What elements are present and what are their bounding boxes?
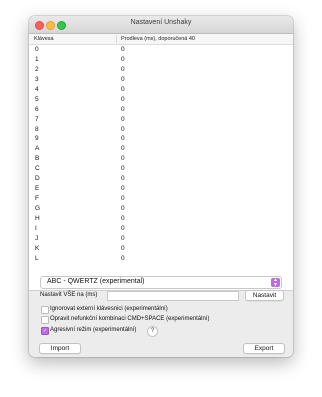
- table-row[interactable]: L0: [29, 254, 293, 264]
- column-divider[interactable]: [116, 35, 117, 43]
- delay-cell[interactable]: 0: [121, 205, 125, 212]
- set-all-button[interactable]: Nastavit: [245, 290, 284, 301]
- delay-cell[interactable]: 0: [121, 235, 125, 242]
- key-cell: F: [35, 195, 39, 203]
- ignore-external-keyboard-label: Ignorovat externí klávesnici (experiment…: [50, 306, 168, 312]
- delay-cell[interactable]: 0: [121, 175, 125, 182]
- ignore-external-keyboard-checkbox[interactable]: [41, 306, 49, 314]
- table-row[interactable]: K0: [29, 244, 293, 254]
- key-cell: 6: [35, 105, 39, 113]
- key-cell: I: [35, 224, 37, 232]
- delay-cell[interactable]: 0: [121, 76, 125, 83]
- select-arrows-icon: ▲ ▼: [271, 278, 280, 287]
- key-cell: A: [35, 145, 40, 153]
- key-cell: 7: [35, 115, 39, 123]
- table-row[interactable]: D0: [29, 174, 293, 184]
- table-row[interactable]: 50: [29, 95, 293, 105]
- table-row[interactable]: I0: [29, 224, 293, 234]
- key-cell: G: [35, 205, 41, 212]
- column-header-delay[interactable]: Prodleva (ms), doporučená 40: [121, 36, 195, 42]
- key-cell: 9: [35, 135, 39, 143]
- table-row[interactable]: H0: [29, 214, 293, 224]
- delay-cell[interactable]: 0: [121, 155, 125, 162]
- fix-cmd-space-label: Opravit nefunkční kombinaci CMD+SPACE (e…: [50, 316, 210, 322]
- delay-cell[interactable]: 0: [121, 66, 125, 73]
- delay-cell[interactable]: 0: [121, 165, 125, 172]
- delay-cell[interactable]: 0: [121, 46, 125, 53]
- import-button[interactable]: Import: [39, 343, 81, 354]
- table-row[interactable]: F0: [29, 194, 293, 204]
- key-cell: 0: [35, 46, 39, 53]
- set-all-input[interactable]: [107, 291, 239, 301]
- key-cell: H: [35, 214, 40, 222]
- key-cell: 8: [35, 125, 39, 133]
- table-row[interactable]: C0: [29, 164, 293, 174]
- help-button[interactable]: ?: [147, 326, 158, 337]
- delay-cell[interactable]: 0: [121, 245, 125, 252]
- delay-cell[interactable]: 0: [121, 185, 125, 192]
- delay-cell[interactable]: 0: [121, 106, 125, 113]
- preferences-window: Nastavení Unshaky Klávesa Prodleva (ms),…: [29, 16, 293, 357]
- table-row[interactable]: 60: [29, 105, 293, 115]
- key-cell: K: [35, 244, 40, 252]
- keyboard-layout-select[interactable]: ABC - QWERTZ (experimental) ▲ ▼: [40, 276, 282, 289]
- key-cell: C: [35, 165, 40, 173]
- aggressive-mode-label: Agresivní režim (experimentální): [50, 327, 137, 333]
- table-row[interactable]: A0: [29, 144, 293, 154]
- table-body: 00102030405060708090A0B0C0D0E0F0G0H0I0J0…: [29, 45, 293, 264]
- key-delay-table[interactable]: Klávesa Prodleva (ms), doporučená 40 001…: [29, 34, 293, 291]
- table-row[interactable]: 70: [29, 115, 293, 125]
- window-title: Nastavení Unshaky: [130, 19, 192, 26]
- key-cell: B: [35, 155, 40, 163]
- export-button[interactable]: Export: [243, 343, 285, 354]
- table-row[interactable]: 40: [29, 85, 293, 95]
- key-cell: 3: [35, 75, 39, 83]
- delay-cell[interactable]: 0: [121, 135, 125, 142]
- delay-cell[interactable]: 0: [121, 195, 125, 202]
- table-row[interactable]: 80: [29, 125, 293, 135]
- key-cell: E: [35, 185, 40, 193]
- delay-cell[interactable]: 0: [121, 215, 125, 222]
- delay-cell[interactable]: 0: [121, 145, 125, 152]
- delay-cell[interactable]: 0: [121, 126, 125, 133]
- table-row[interactable]: G0: [29, 204, 293, 214]
- table-row[interactable]: 90: [29, 134, 293, 144]
- table-row[interactable]: 20: [29, 65, 293, 75]
- table-header: Klávesa Prodleva (ms), doporučená 40: [29, 34, 293, 45]
- delay-cell[interactable]: 0: [121, 56, 125, 63]
- delay-cell[interactable]: 0: [121, 225, 125, 232]
- table-row[interactable]: J0: [29, 234, 293, 244]
- table-row[interactable]: 00: [29, 45, 293, 55]
- key-cell: 2: [35, 65, 39, 73]
- key-cell: 1: [35, 55, 39, 63]
- fix-cmd-space-checkbox[interactable]: [41, 316, 49, 324]
- table-row[interactable]: 10: [29, 55, 293, 65]
- delay-cell[interactable]: 0: [121, 96, 125, 103]
- key-cell: D: [35, 175, 40, 183]
- key-cell: 4: [35, 85, 39, 93]
- keyboard-layout-value: ABC - QWERTZ (experimental): [47, 278, 145, 285]
- key-cell: J: [35, 234, 39, 242]
- title-bar: Nastavení Unshaky: [29, 16, 293, 34]
- table-row[interactable]: B0: [29, 154, 293, 164]
- column-header-key[interactable]: Klávesa: [34, 36, 54, 42]
- table-row[interactable]: 30: [29, 75, 293, 85]
- delay-cell[interactable]: 0: [121, 116, 125, 123]
- aggressive-mode-checkbox[interactable]: ✓: [41, 327, 49, 335]
- key-cell: 5: [35, 95, 39, 103]
- table-row[interactable]: E0: [29, 184, 293, 194]
- key-cell: L: [35, 254, 39, 262]
- delay-cell[interactable]: 0: [121, 86, 125, 93]
- delay-cell[interactable]: 0: [121, 255, 125, 262]
- set-all-label: Nastavit VŠE na (ms): [40, 292, 98, 298]
